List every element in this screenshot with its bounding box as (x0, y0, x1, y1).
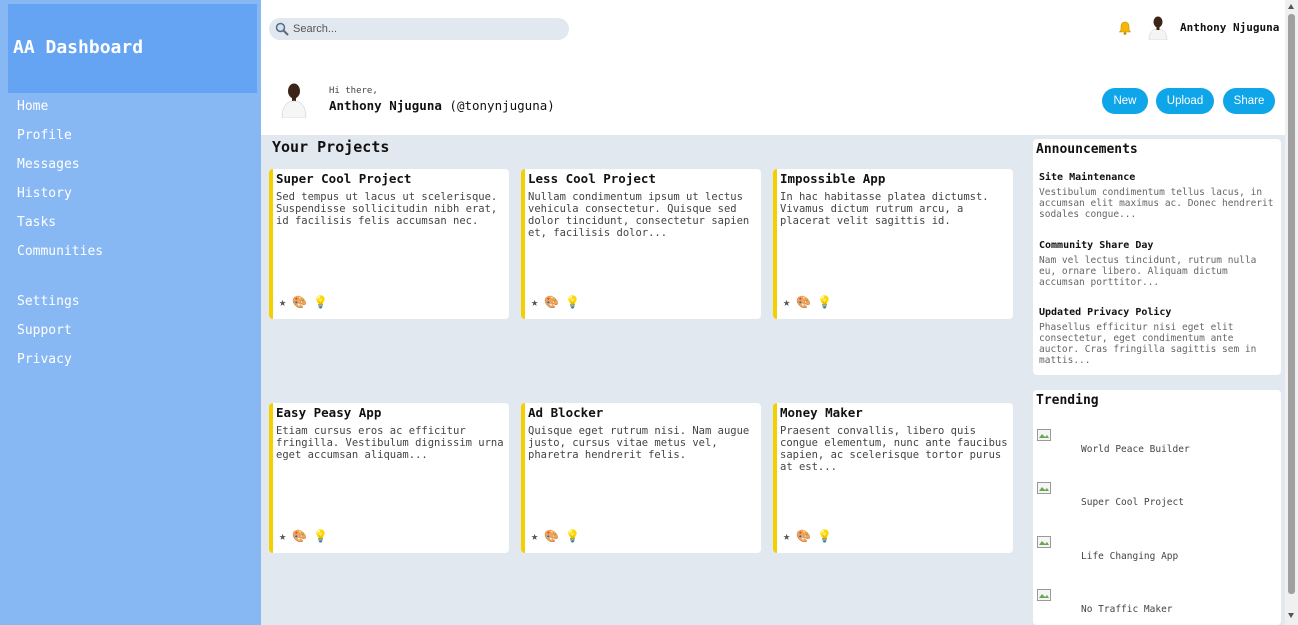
sidebar-item-privacy[interactable]: Privacy (17, 351, 103, 380)
search-input[interactable] (293, 18, 563, 40)
project-card[interactable]: Less Cool Project Nullam condimentum ips… (521, 169, 761, 319)
announcement-title: Community Share Day (1039, 240, 1154, 251)
avatar[interactable] (1146, 14, 1170, 40)
announcement-text: Vestibulum condimentum tellus lacus, in … (1039, 187, 1274, 220)
trending-label: Life Changing App (1081, 551, 1179, 562)
scrollbar[interactable] (1285, 0, 1298, 625)
project-title: Impossible App (780, 171, 886, 186)
announcement-item[interactable]: Updated Privacy Policy Phasellus efficit… (1039, 307, 1277, 366)
project-card[interactable]: Easy Peasy App Etiam cursus eros ac effi… (269, 403, 509, 553)
sidebar-nav: Home Profile Messages History Tasks Comm… (17, 98, 103, 380)
trending-label: Super Cool Project (1081, 497, 1184, 508)
header-user-name[interactable]: Anthony Njuguna (1180, 21, 1279, 34)
user-full-name: Anthony Njuguna (@tonynjuguna) (329, 98, 555, 113)
project-description: Quisque eget rutrum nisi. Nam augue just… (528, 425, 750, 461)
trending-label: No Traffic Maker (1081, 604, 1173, 615)
sidebar-item-tasks[interactable]: Tasks (17, 214, 103, 243)
broken-image-icon (1037, 589, 1051, 601)
palette-icon[interactable]: 🎨 (544, 295, 559, 309)
project-actions: ★ 🎨 💡 (783, 529, 838, 543)
star-icon[interactable]: ★ (531, 529, 538, 543)
broken-image-icon (1037, 482, 1051, 494)
project-title: Money Maker (780, 405, 863, 420)
project-title: Super Cool Project (276, 171, 412, 186)
upload-button[interactable]: Upload (1156, 88, 1214, 114)
project-title: Less Cool Project (528, 171, 656, 186)
lightbulb-icon[interactable]: 💡 (817, 295, 832, 309)
profile-avatar (279, 80, 309, 118)
sidebar-item-messages[interactable]: Messages (17, 156, 103, 185)
project-description: Sed tempus ut lacus ut scelerisque. Susp… (276, 191, 498, 227)
star-icon[interactable]: ★ (279, 529, 286, 543)
greeting: Hi there, (329, 86, 378, 96)
announcement-title: Site Maintenance (1039, 172, 1136, 183)
project-card[interactable]: Money Maker Praesent convallis, libero q… (773, 403, 1013, 553)
search-bar[interactable] (269, 18, 569, 40)
header: Anthony Njuguna Hi there, Anthony Njugun… (261, 0, 1285, 135)
project-title: Ad Blocker (528, 405, 604, 420)
projects-title: Your Projects (272, 138, 390, 156)
search-icon (275, 22, 289, 36)
bell-icon[interactable] (1117, 20, 1133, 36)
project-actions: ★ 🎨 💡 (279, 295, 334, 309)
star-icon[interactable]: ★ (531, 295, 538, 309)
project-description: In hac habitasse platea dictumst. Vivamu… (780, 191, 989, 227)
project-card[interactable]: Impossible App In hac habitasse platea d… (773, 169, 1013, 319)
announcement-text: Nam vel lectus tincidunt, rutrum nulla e… (1039, 255, 1257, 288)
palette-icon[interactable]: 🎨 (796, 295, 811, 309)
sidebar: AA Dashboard Home Profile Messages Histo… (0, 0, 261, 625)
user-handle: (@tonynjuguna) (449, 98, 555, 113)
project-actions: ★ 🎨 💡 (783, 295, 838, 309)
project-actions: ★ 🎨 💡 (279, 529, 334, 543)
palette-icon[interactable]: 🎨 (544, 529, 559, 543)
sidebar-item-profile[interactable]: Profile (17, 127, 103, 156)
project-title: Easy Peasy App (276, 405, 382, 420)
announcements-title: Announcements (1036, 142, 1138, 157)
project-description: Nullam condimentum ipsum ut lectus vehic… (528, 191, 750, 239)
sidebar-item-history[interactable]: History (17, 185, 103, 214)
announcement-text: Phasellus efficitur nisi eget elit conse… (1039, 322, 1257, 366)
sidebar-item-settings[interactable]: Settings (17, 293, 103, 322)
sidebar-divider-space (17, 272, 103, 293)
sidebar-item-home[interactable]: Home (17, 98, 103, 127)
palette-icon[interactable]: 🎨 (796, 529, 811, 543)
sidebar-item-support[interactable]: Support (17, 322, 103, 351)
announcement-title: Updated Privacy Policy (1039, 307, 1172, 318)
main-content: Anthony Njuguna Hi there, Anthony Njugun… (261, 0, 1285, 625)
scroll-up-arrow-icon[interactable] (1288, 4, 1294, 9)
project-card[interactable]: Ad Blocker Quisque eget rutrum nisi. Nam… (521, 403, 761, 553)
share-button[interactable]: Share (1223, 88, 1275, 114)
project-card[interactable]: Super Cool Project Sed tempus ut lacus u… (269, 169, 509, 319)
scroll-down-arrow-icon[interactable] (1288, 613, 1294, 618)
palette-icon[interactable]: 🎨 (292, 295, 307, 309)
project-description: Praesent convallis, libero quis congue e… (780, 425, 1008, 473)
star-icon[interactable]: ★ (783, 295, 790, 309)
lightbulb-icon[interactable]: 💡 (313, 529, 328, 543)
lightbulb-icon[interactable]: 💡 (565, 295, 580, 309)
brand-title: AA Dashboard (8, 4, 257, 93)
star-icon[interactable]: ★ (783, 529, 790, 543)
sidebar-item-communities[interactable]: Communities (17, 243, 103, 272)
announcement-item[interactable]: Site Maintenance Vestibulum condimentum … (1039, 172, 1277, 220)
project-actions: ★ 🎨 💡 (531, 529, 586, 543)
trending-panel: Trending World Peace Builder Super Cool … (1033, 390, 1281, 625)
scrollbar-thumb[interactable] (1288, 14, 1295, 594)
star-icon[interactable]: ★ (279, 295, 286, 309)
trending-label: World Peace Builder (1081, 444, 1190, 455)
lightbulb-icon[interactable]: 💡 (313, 295, 328, 309)
user-full-name-text: Anthony Njuguna (329, 98, 442, 113)
project-description: Etiam cursus eros ac efficitur fringilla… (276, 425, 504, 461)
broken-image-icon (1037, 429, 1051, 441)
announcement-item[interactable]: Community Share Day Nam vel lectus tinci… (1039, 240, 1277, 288)
palette-icon[interactable]: 🎨 (292, 529, 307, 543)
lightbulb-icon[interactable]: 💡 (565, 529, 580, 543)
announcements-panel: Announcements Site Maintenance Vestibulu… (1033, 139, 1281, 375)
new-button[interactable]: New (1102, 88, 1148, 114)
broken-image-icon (1037, 536, 1051, 548)
project-actions: ★ 🎨 💡 (531, 295, 586, 309)
lightbulb-icon[interactable]: 💡 (817, 529, 832, 543)
trending-title: Trending (1036, 393, 1099, 408)
